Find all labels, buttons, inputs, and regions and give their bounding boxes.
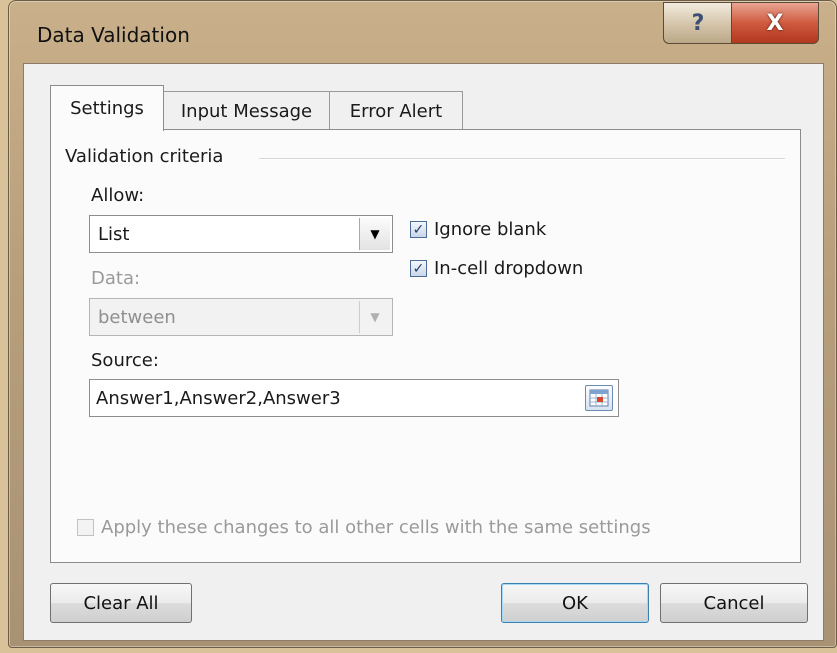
tab-error-alert[interactable]: Error Alert [329, 91, 463, 130]
validation-criteria-heading: Validation criteria [65, 146, 224, 167]
dialog-body: Settings Input Message Error Alert Valid… [23, 63, 824, 641]
help-button[interactable]: ? [663, 2, 733, 44]
in-cell-dropdown-checkbox[interactable]: ✓ In-cell dropdown [410, 258, 583, 279]
ignore-blank-label: Ignore blank [434, 219, 547, 240]
apply-to-all-checkbox: ✓ Apply these changes to all other cells… [77, 517, 651, 538]
collapse-dialog-button[interactable] [585, 385, 613, 411]
close-button[interactable]: X [731, 2, 819, 44]
in-cell-dropdown-label: In-cell dropdown [434, 258, 584, 279]
cancel-button[interactable]: Cancel [660, 583, 808, 623]
allow-dropdown[interactable]: List ▼ [89, 215, 393, 253]
data-label: Data: [91, 268, 141, 289]
allow-label: Allow: [91, 185, 145, 206]
data-dropdown-value: between [98, 306, 176, 328]
data-dropdown: between ▼ [89, 298, 393, 336]
clear-all-button[interactable]: Clear All [50, 583, 192, 623]
ok-button[interactable]: OK [501, 583, 649, 623]
settings-panel: Validation criteria Allow: List ▼ ✓ Igno… [50, 129, 801, 563]
group-divider [259, 158, 785, 160]
tab-settings[interactable]: Settings [50, 85, 164, 131]
chevron-down-icon: ▼ [359, 301, 390, 333]
data-validation-dialog: Data Validation ? X Settings Input Messa… [8, 0, 837, 648]
allow-dropdown-value: List [98, 223, 130, 245]
question-mark-icon: ? [691, 10, 705, 36]
apply-to-all-label: Apply these changes to all other cells w… [101, 517, 651, 538]
title-bar[interactable]: Data Validation ? X [9, 1, 836, 65]
source-input[interactable]: Answer1,Answer2,Answer3 [89, 379, 619, 417]
checkmark-icon[interactable]: ✓ [410, 221, 427, 238]
checkbox-icon: ✓ [77, 519, 94, 536]
checkmark-icon[interactable]: ✓ [410, 260, 427, 277]
chevron-down-icon[interactable]: ▼ [359, 218, 390, 250]
close-icon: X [766, 10, 784, 36]
dialog-title: Data Validation [37, 23, 190, 47]
ignore-blank-checkbox[interactable]: ✓ Ignore blank [410, 219, 546, 240]
collapse-dialog-icon [589, 389, 609, 407]
tab-input-message[interactable]: Input Message [162, 91, 331, 130]
source-label: Source: [91, 350, 159, 371]
